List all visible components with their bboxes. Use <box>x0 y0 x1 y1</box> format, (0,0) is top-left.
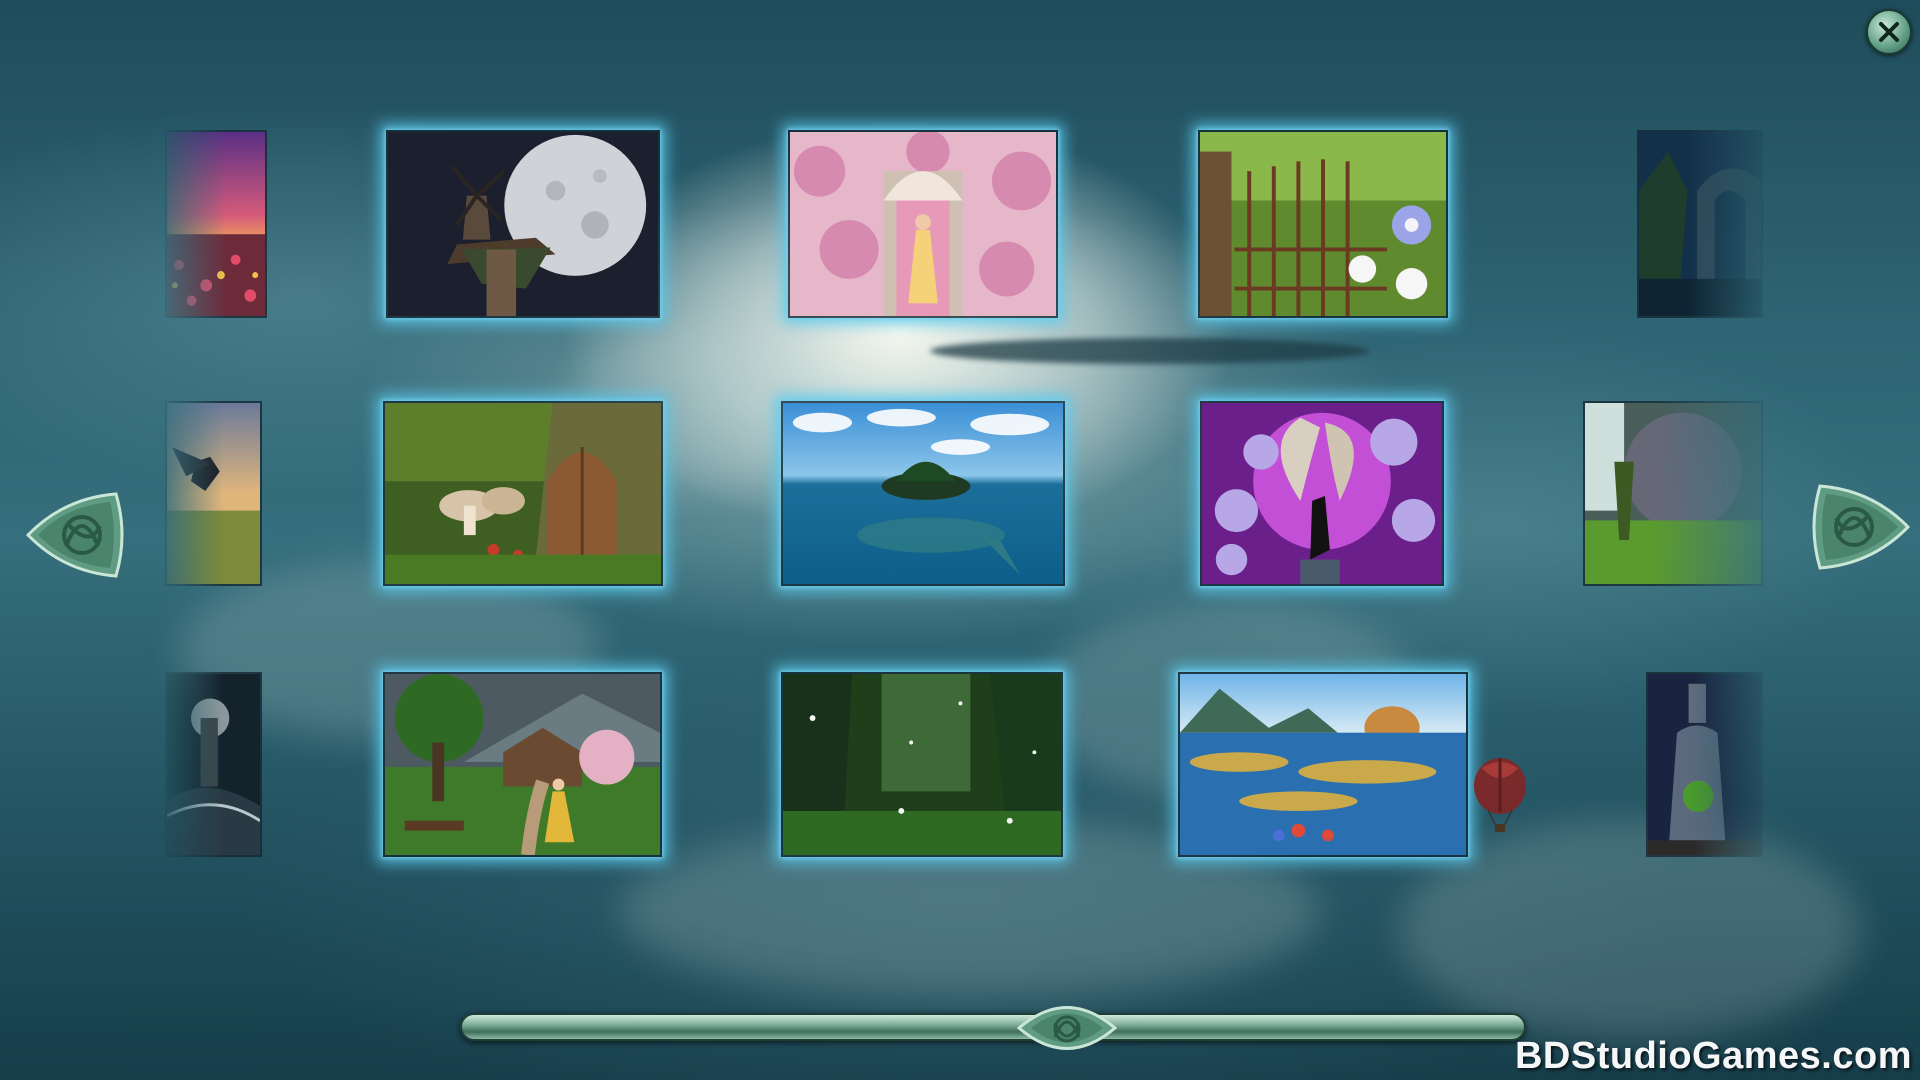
puzzle-thumbnail-coral-reef-coast[interactable] <box>1178 672 1468 857</box>
celtic-knot-icon <box>1017 1006 1118 1050</box>
dark-cloud-streak <box>930 338 1370 364</box>
puzzle-thumbnail-cottage-path-maiden[interactable] <box>383 672 662 857</box>
puzzle-thumbnail-fairy-door-mushrooms[interactable] <box>383 401 663 586</box>
puzzle-thumbnail-raven-meadow-sunset[interactable] <box>165 401 262 586</box>
puzzle-thumbnail-butterfly-fairy-alliums[interactable] <box>1200 401 1444 586</box>
close-icon <box>1879 22 1899 42</box>
cloud <box>1400 820 1860 1040</box>
slider-handle[interactable] <box>1017 993 1118 1063</box>
celtic-knot-right-arrow-icon <box>1812 484 1911 570</box>
puzzle-thumbnail-moon-windmill[interactable] <box>386 130 660 318</box>
puzzle-thumbnail-garden-gate-morning-glory[interactable] <box>1198 130 1448 318</box>
puzzle-thumbnail-bottle-terrarium[interactable] <box>1646 672 1763 857</box>
puzzle-thumbnail-turtle-island[interactable] <box>781 401 1065 586</box>
puzzle-thumbnail-moonlit-stone-arch[interactable] <box>1637 130 1763 318</box>
celtic-knot-left-arrow-icon <box>25 492 124 578</box>
puzzle-thumbnail-blossom-arch-lady[interactable] <box>788 130 1058 318</box>
next-page-button[interactable] <box>1812 482 1912 572</box>
watermark: BDStudioGames.com <box>1514 1035 1912 1077</box>
prev-page-button[interactable] <box>24 490 124 580</box>
close-button[interactable] <box>1866 9 1912 55</box>
hot-air-balloon-icon <box>1474 758 1526 832</box>
puzzle-thumbnail-stormy-lighthouse[interactable] <box>165 672 262 857</box>
page-slider[interactable] <box>460 1006 1526 1050</box>
puzzle-thumbnail-misty-forest-waterfall[interactable] <box>1583 401 1763 586</box>
puzzle-thumbnail-enchanted-forest-fairies[interactable] <box>781 672 1063 857</box>
puzzle-thumbnail-aurora-flower-field[interactable] <box>165 130 267 318</box>
